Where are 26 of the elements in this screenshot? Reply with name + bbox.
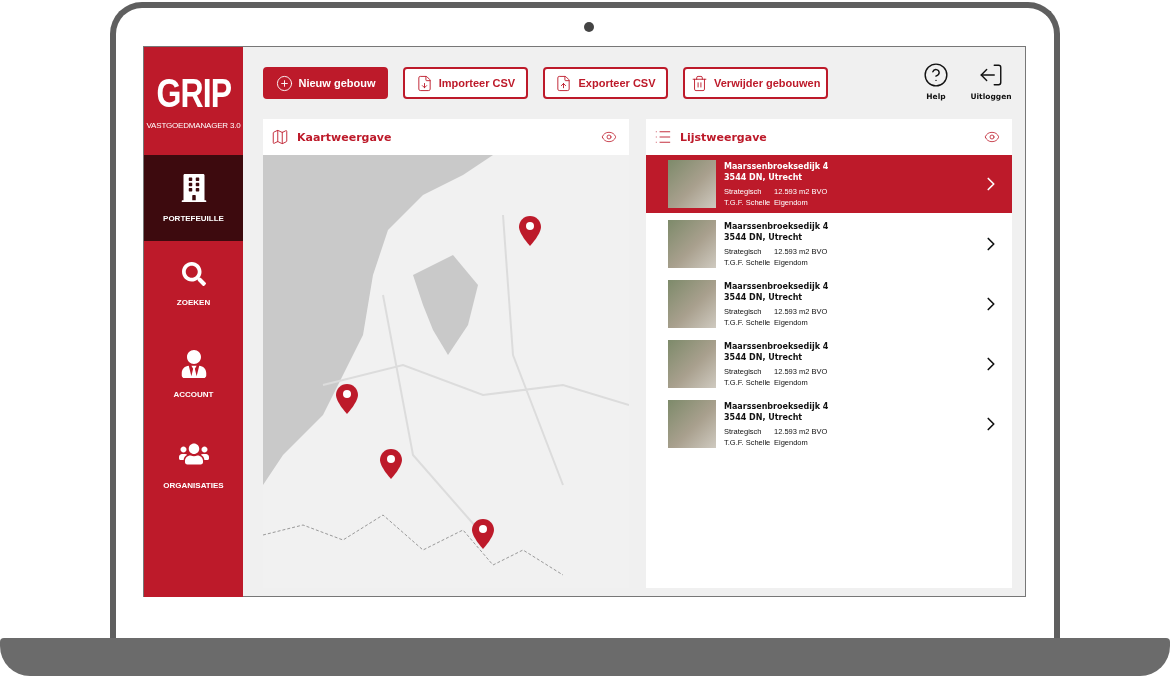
toolbar-button[interactable]: Nieuw gebouw xyxy=(263,67,388,99)
sidebar-label: ZOEKEN xyxy=(176,297,211,307)
panel-title: Lijstweergave xyxy=(680,130,768,144)
sidebar-label: PORTEFEUILLE xyxy=(163,213,224,223)
toolbar-button[interactable]: Exporteer CSV xyxy=(543,67,668,99)
building-address: Maarssenbroeksedijk 4 xyxy=(724,281,830,292)
building-address: Maarssenbroeksedijk 4 xyxy=(724,161,830,172)
building-city: 3544 DN, Utrecht xyxy=(724,292,804,303)
building-address: Maarssenbroeksedijk 4 xyxy=(724,221,830,232)
sidebar-item[interactable]: ZOEKEN xyxy=(144,241,243,327)
building-city: 3544 DN, Utrecht xyxy=(724,232,804,243)
logo-subtitle: VASTGOEDMANAGER 3.0 xyxy=(146,120,241,130)
sidebar-item[interactable]: PORTEFEUILLE xyxy=(144,155,243,241)
sidebar-label: ORGANISATIES xyxy=(163,480,224,490)
building-city: 3544 DN, Utrecht xyxy=(724,352,804,363)
panel-title: Kaartweergave xyxy=(297,130,393,144)
building-address: Maarssenbroeksedijk 4 xyxy=(724,401,830,412)
toolbar-button[interactable]: Verwijder gebouwen xyxy=(683,67,829,99)
logo: GRIP xyxy=(155,72,231,113)
sidebar-label: ACCOUNT xyxy=(173,389,214,399)
sidebar-item[interactable]: ORGANISATIES xyxy=(144,421,243,507)
building-address: Maarssenbroeksedijk 4 xyxy=(724,341,830,352)
building-city: 3544 DN, Utrecht xyxy=(724,172,804,183)
building-city: 3544 DN, Utrecht xyxy=(724,412,804,423)
sidebar-item[interactable]: ACCOUNT xyxy=(144,331,243,417)
toolbar-button[interactable]: Importeer CSV xyxy=(403,67,528,99)
